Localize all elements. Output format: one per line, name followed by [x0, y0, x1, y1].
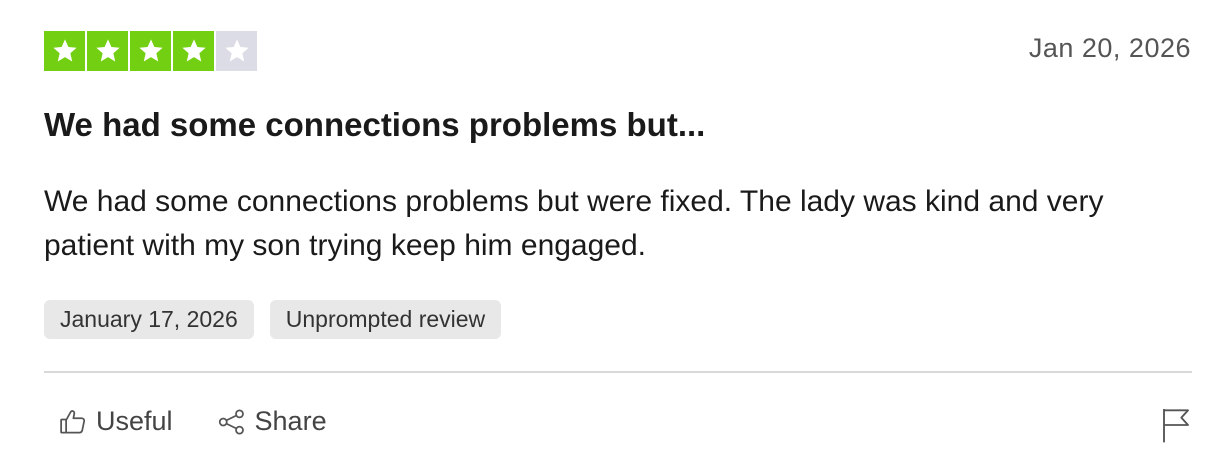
share-label: Share	[254, 406, 327, 436]
useful-label: Useful	[96, 406, 173, 436]
star-rating	[44, 31, 257, 71]
report-button[interactable]	[1160, 406, 1192, 444]
review-tags: January 17, 2026 Unprompted review	[44, 300, 502, 339]
star-filled-icon	[87, 31, 128, 71]
divider	[44, 371, 1192, 373]
useful-button[interactable]: Useful	[58, 406, 173, 437]
star-filled-icon	[44, 31, 85, 71]
review-actions: Useful Share	[58, 406, 327, 437]
share-button[interactable]: Share	[217, 406, 327, 437]
review-date: Jan 20, 2026	[1028, 33, 1191, 63]
share-icon	[217, 407, 247, 437]
unprompted-review-tag: Unprompted review	[269, 300, 502, 339]
experience-date-tag: January 17, 2026	[44, 300, 254, 339]
star-filled-icon	[173, 31, 214, 71]
star-empty-icon	[216, 31, 257, 71]
review-card: Jan 20, 2026 We had some connections pro…	[0, 0, 1228, 470]
flag-icon	[1160, 406, 1192, 444]
thumbs-up-icon	[58, 407, 88, 437]
review-title: We had some connections problems but...	[44, 106, 706, 143]
review-body: We had some connections problems but wer…	[44, 185, 1104, 262]
star-filled-icon	[130, 31, 171, 71]
